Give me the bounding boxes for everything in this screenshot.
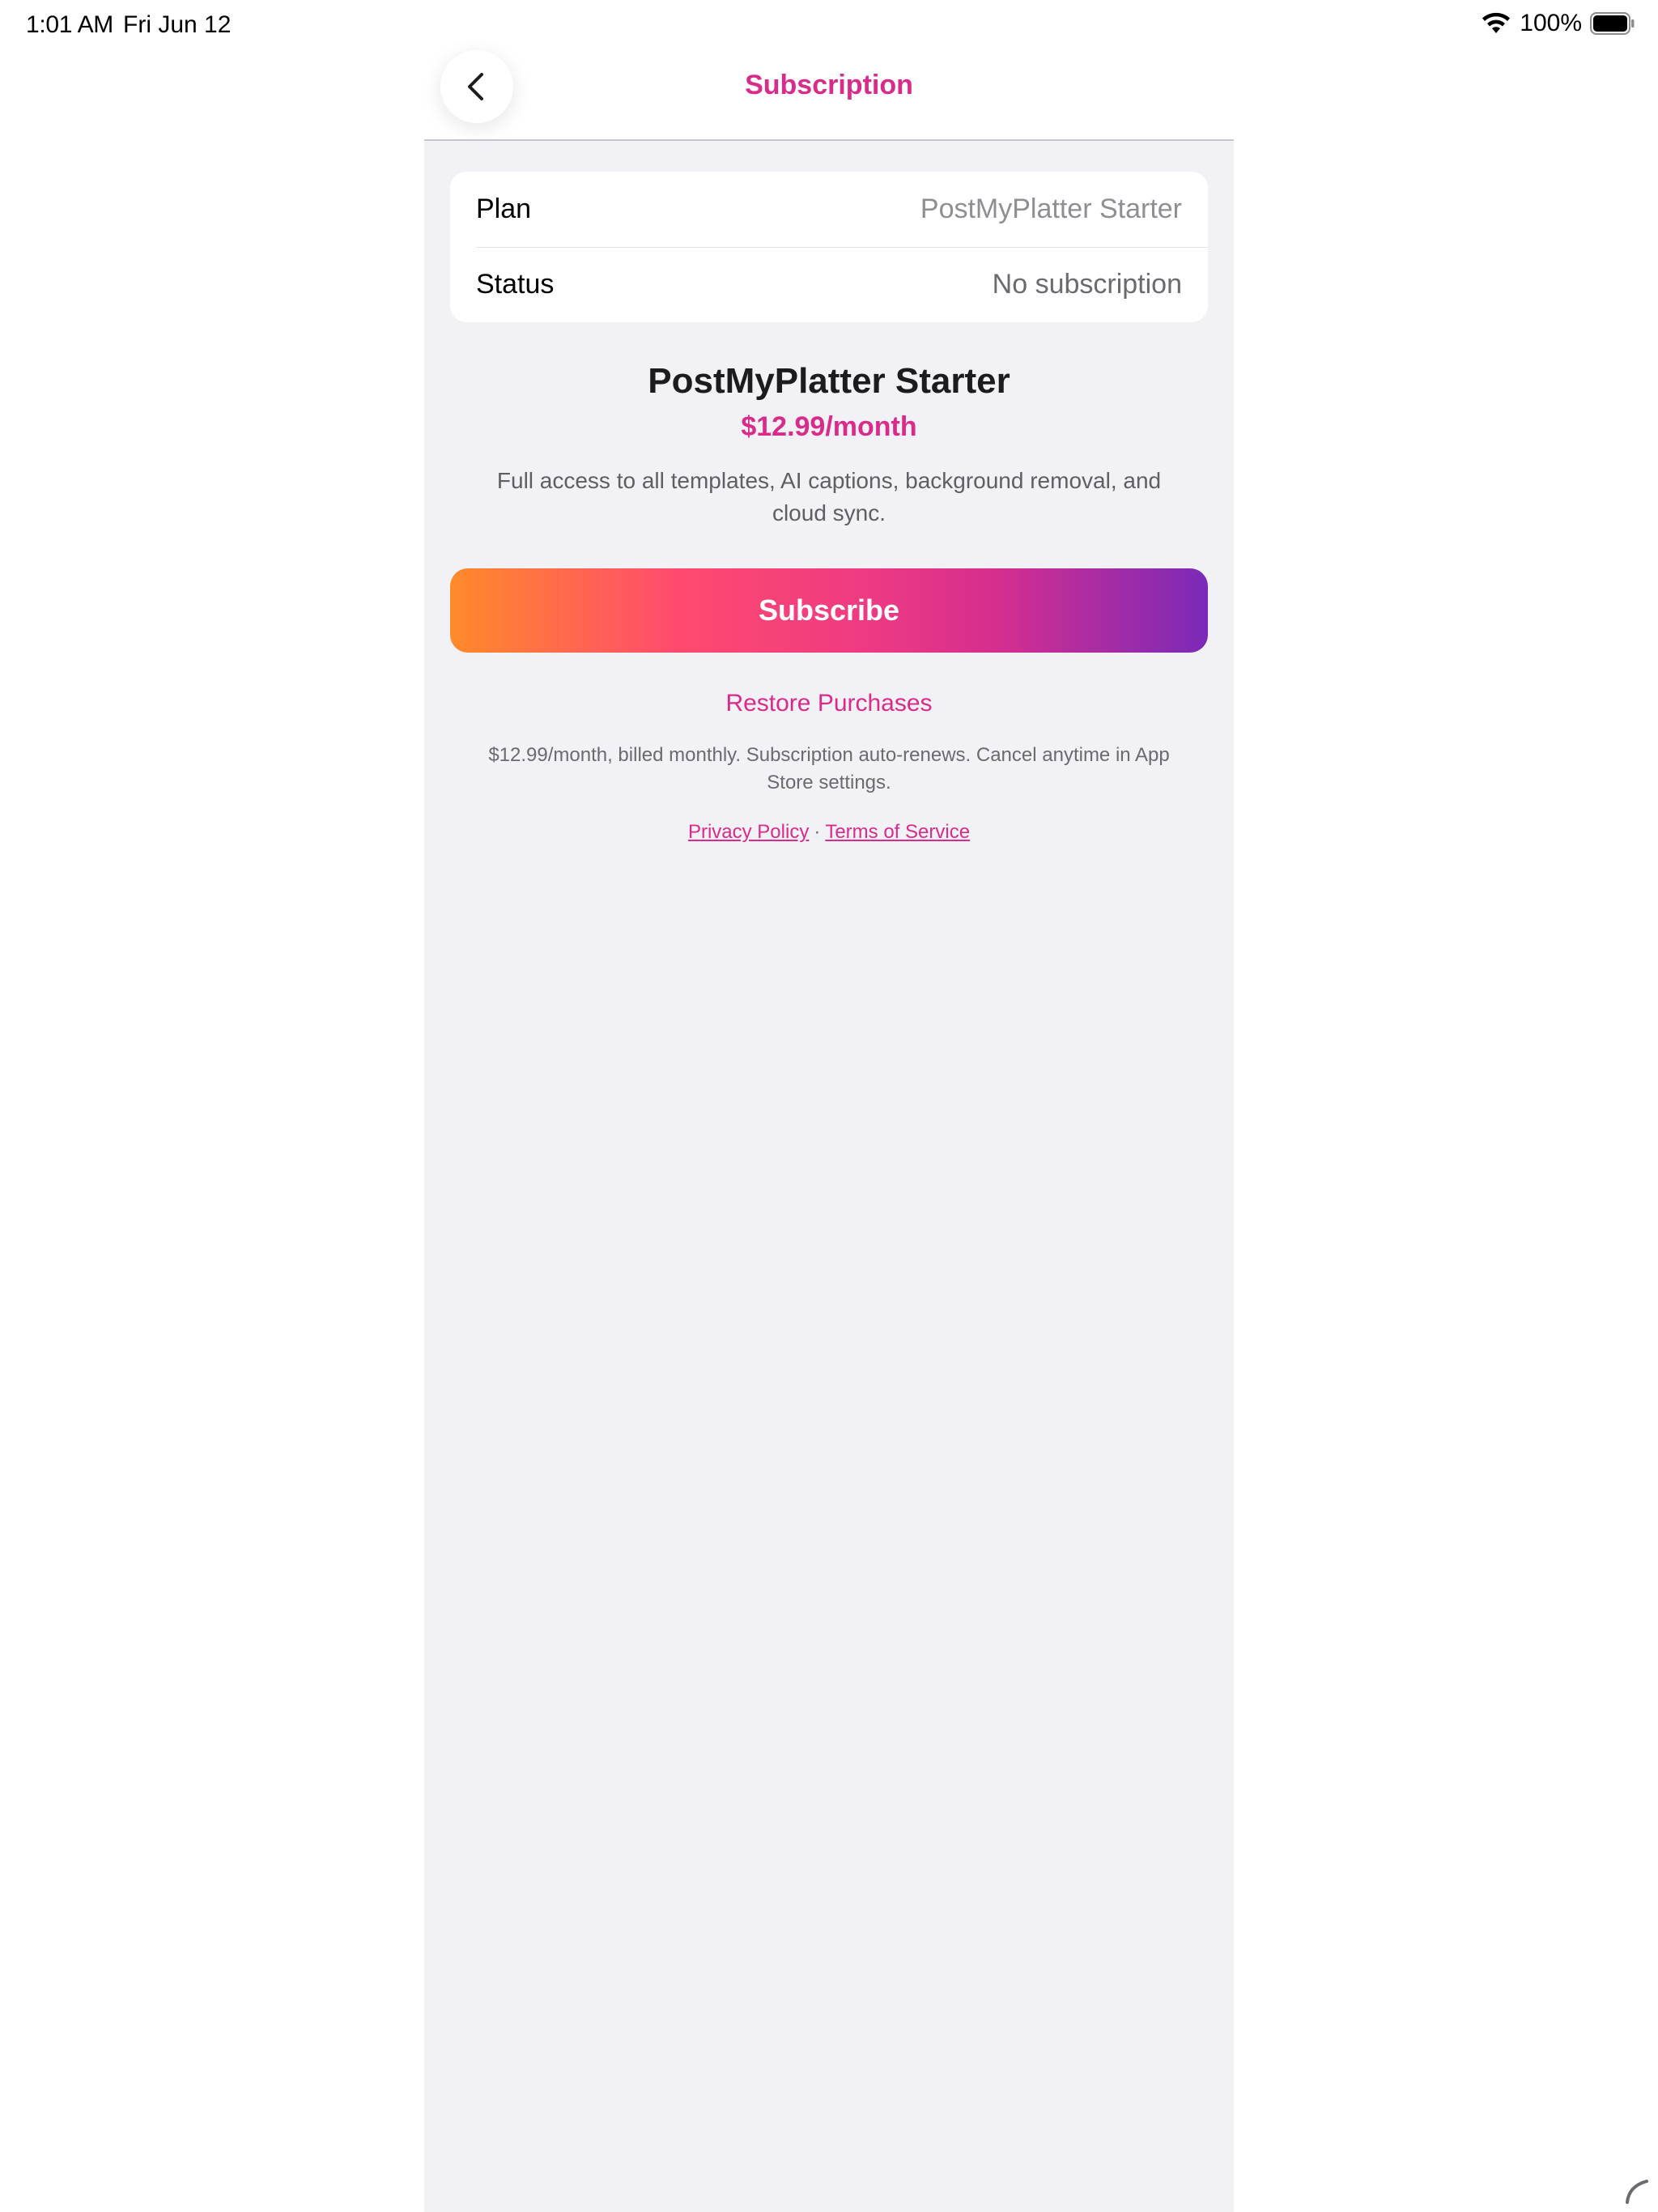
plan-value: PostMyPlatter Starter (920, 194, 1182, 224)
status-date: Fri Jun 12 (123, 11, 232, 38)
wifi-icon (1482, 12, 1511, 33)
legal-separator: · (814, 821, 821, 843)
subscription-info-card: Plan PostMyPlatter Starter Status No sub… (450, 172, 1208, 322)
plan-label: Plan (476, 194, 532, 224)
status-time: 1:01 AM (26, 11, 113, 38)
offer-plan-name: PostMyPlatter Starter (648, 361, 1010, 401)
terms-of-service-link[interactable]: Terms of Service (825, 821, 970, 843)
billing-note: $12.99/month, billed monthly. Subscripti… (488, 744, 1170, 793)
battery-percentage: 100% (1520, 10, 1582, 36)
status-value: No subscription (992, 269, 1182, 300)
privacy-policy-link[interactable]: Privacy Policy (688, 821, 809, 843)
status-row: Status No subscription (450, 247, 1208, 322)
status-indicators: 100% (1481, 10, 1635, 37)
restore-purchases-link[interactable]: Restore Purchases (424, 690, 1234, 717)
navigation-bar: Subscription (424, 0, 1234, 141)
offer-description: Full access to all templates, AI caption… (496, 468, 1162, 525)
subscribe-button[interactable]: Subscribe (450, 568, 1208, 653)
resize-handle-icon[interactable] (1622, 2176, 1652, 2206)
battery-icon (1590, 12, 1635, 35)
page-title: Subscription (745, 70, 913, 100)
legal-links: Privacy Policy · Terms of Service (424, 821, 1234, 844)
plan-row: Plan PostMyPlatter Starter (450, 172, 1208, 247)
subscription-panel: Subscription Plan PostMyPlatter Starter … (424, 0, 1234, 2212)
status-label: Status (476, 269, 555, 300)
offer-price: $12.99/month (741, 411, 917, 442)
